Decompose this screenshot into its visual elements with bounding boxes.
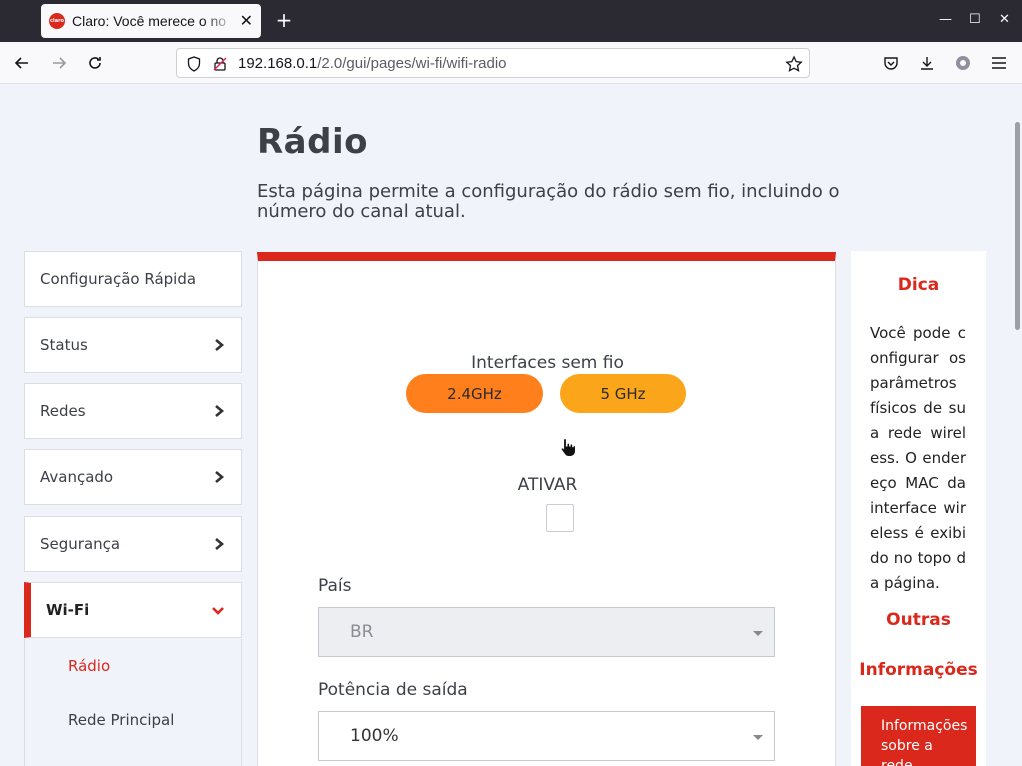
dropdown-caret-icon [753,735,763,740]
forward-icon[interactable] [49,53,69,73]
country-label: País [318,576,352,596]
page-scrollbar[interactable] [1012,84,1022,766]
chevron-right-icon [215,471,225,483]
country-select[interactable]: BR [318,607,775,657]
sidebar-item-label: Configuração Rápida [40,270,197,288]
pocket-icon[interactable] [881,53,901,73]
browser-tab[interactable]: claro Claro: Você merece o no ✕ [41,4,261,38]
chevron-down-icon [212,607,224,615]
dropdown-caret-icon [753,631,763,636]
sidebar-item-label: Avançado [40,468,114,486]
page-viewport: Rádio Esta página permite a configuração… [0,84,1022,766]
interface-2-4ghz-button[interactable]: 2.4GHz [406,374,543,413]
new-tab-icon[interactable]: + [274,10,294,30]
sidebar-item-label: Wi-Fi [46,601,90,619]
maximize-icon[interactable]: ☐ [969,12,981,28]
hint-panel: Dica Você pode configurar os parâmetros … [851,251,986,766]
sidebar-item-configuracao-rapida[interactable]: Configuração Rápida [24,251,242,307]
sidebar-item-redes[interactable]: Redes [24,383,242,439]
hint-text: Você pode configurar os parâmetros físic… [870,324,966,592]
page-description: Esta página permite a configuração do rá… [257,181,840,222]
url-bar[interactable]: 192.168.0.1/2.0/gui/pages/wi-fi/wifi-rad… [176,48,810,78]
activate-checkbox[interactable] [546,504,574,532]
activate-label: ATIVAR [517,475,578,495]
scrollbar-thumb[interactable] [1015,122,1020,330]
menu-icon[interactable] [989,53,1009,73]
claro-favicon-icon: claro [49,13,65,29]
sidebar-item-seguranca[interactable]: Segurança [24,516,242,572]
insecure-lock-icon[interactable] [212,56,228,72]
tab-close-icon[interactable]: ✕ [240,13,253,29]
chevron-right-icon [215,339,225,351]
interfaces-label: Interfaces sem fio [471,353,624,373]
sidebar-item-label: Segurança [40,535,121,553]
page-title: Rádio [257,122,368,162]
sidebar-subitem-rede-principal[interactable]: Rede Principal [24,693,242,747]
url-host: 192.168.0.1 [238,54,318,72]
shield-icon[interactable] [187,56,201,72]
country-value: BR [350,622,374,642]
chevron-right-icon [215,538,225,550]
hint-title: Dica [897,275,940,295]
downloads-icon[interactable] [917,53,937,73]
hand-cursor-icon [560,437,576,457]
hint-more-title-2: Informações [859,660,978,680]
output-power-value: 100% [350,726,399,746]
hint-more-title-1: Outras [886,610,951,630]
sidebar-item-label: Status [40,336,88,354]
sidebar-item-avancado[interactable]: Avançado [24,449,242,505]
sidebar-subitem-radio[interactable]: Rádio [24,639,242,693]
tab-title: Claro: Você merece o no [72,13,227,29]
url-path: /2.0/gui/pages/wi-fi/wifi-radio [317,54,507,72]
minimize-icon[interactable]: — [939,12,952,28]
sidebar-subitem-continuation [24,747,242,766]
output-power-select[interactable]: 100% [318,711,775,761]
extensions-icon[interactable] [953,53,973,73]
reload-icon[interactable] [85,53,105,73]
bookmark-star-icon[interactable] [785,55,803,73]
browser-nav-bar: 192.168.0.1/2.0/gui/pages/wi-fi/wifi-rad… [0,42,1022,84]
output-power-label: Potência de saída [318,680,468,700]
sidebar-item-label: Redes [40,402,86,420]
network-info-link[interactable]: Informações sobre a rede [861,706,976,766]
radio-settings-panel: Interfaces sem fio 2.4GHz 5 GHz ATIVAR P… [257,252,836,766]
interface-5ghz-button[interactable]: 5 GHz [560,374,686,413]
chevron-right-icon [215,405,225,417]
sidebar-item-wifi[interactable]: Wi-Fi [24,582,242,638]
window-close-icon[interactable]: ✕ [999,12,1010,28]
back-icon[interactable] [12,53,32,73]
sidebar-item-status[interactable]: Status [24,317,242,373]
browser-tab-bar: claro Claro: Você merece o no ✕ + — ☐ ✕ [0,0,1022,42]
